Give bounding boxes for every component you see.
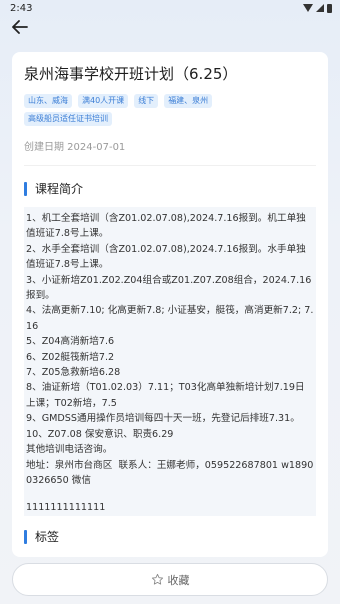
intro-line: 3、小证新培Z01.Z02.Z04组合或Z01.Z07.Z08组合，2024.7… [26,274,312,302]
star-icon [151,573,163,585]
intro-line: 4、法高更新7.10; 化高更新7.8; 小证基安，艇筏，高消更新7.2; 7.… [26,305,314,332]
intro-line: 1、机工全套培训（含Z01.02.07.08),2024.7.16报到。机工单独… [26,213,306,240]
intro-line: 9、GMDSS通用操作员培训每四十天一班，先登记后排班7.31。 [26,413,300,425]
tags-heading: 标签 [35,530,60,545]
intro-section-header: 课程简介 [24,180,316,197]
tag-item: 山东、威海 [24,94,72,108]
signal-icon [316,4,324,12]
intro-heading: 课程简介 [35,182,84,196]
course-card: 泉州海事学校开班计划（6.25） 山东、威海 满40人开课 线下 福建、泉州 高… [12,52,328,557]
intro-content: 1、机工全套培训（含Z01.02.07.08),2024.7.16报到。机工单独… [24,207,316,491]
section-accent-bar [24,181,27,196]
tags-section-header: 标签 [24,528,316,545]
intro-line: 6、Z02艇筏新培7.2 [26,351,115,363]
favorite-button[interactable]: 收藏 [12,563,328,596]
arrow-left-icon [12,20,28,34]
top-bar [0,16,340,38]
intro-line: 5、Z04高消新培7.6 [26,336,115,348]
intro-extra-text: 1111111111111 [24,500,316,517]
tag-item: 线下 [134,94,159,108]
intro-line: 地址：泉州市台商区 联系人：王娜老师，059522687801 w1890032… [26,459,314,486]
intro-line: 10、Z07.08 保安意识、职责6.29 [26,428,174,440]
wifi-icon [303,4,313,12]
back-button[interactable] [10,17,30,37]
intro-line: 7、Z05急救新培6.28 [26,367,121,379]
divider [24,165,316,166]
intro-line: 2、水手全套培训（含Z01.02.07.08),2024.7.16报到。水手单独… [26,243,306,271]
tag-item: 福建、泉州 [164,94,213,108]
tag-item: 高级船员适任证书培训 [24,112,112,126]
intro-line: 其他培训电话咨询。 [26,444,113,456]
content-spacer [24,490,316,501]
status-bar: 2:43 [0,0,340,16]
course-title: 泉州海事学校开班计划（6.25） [24,65,238,83]
intro-line: 8、油证新培（T01.02.03）7.11；T03化高单独新培计划7.19日上课… [26,382,305,409]
tag-item: 满40人开课 [78,94,129,108]
favorite-label: 收藏 [167,573,190,587]
status-time: 2:43 [10,2,33,14]
status-icons [303,3,332,13]
created-date: 创建日期 2024-07-01 [24,142,126,153]
section-accent-bar [24,529,27,544]
tag-list: 山东、威海 满40人开课 线下 福建、泉州 高级船员适任证书培训 [24,94,244,126]
battery-icon [327,3,332,13]
